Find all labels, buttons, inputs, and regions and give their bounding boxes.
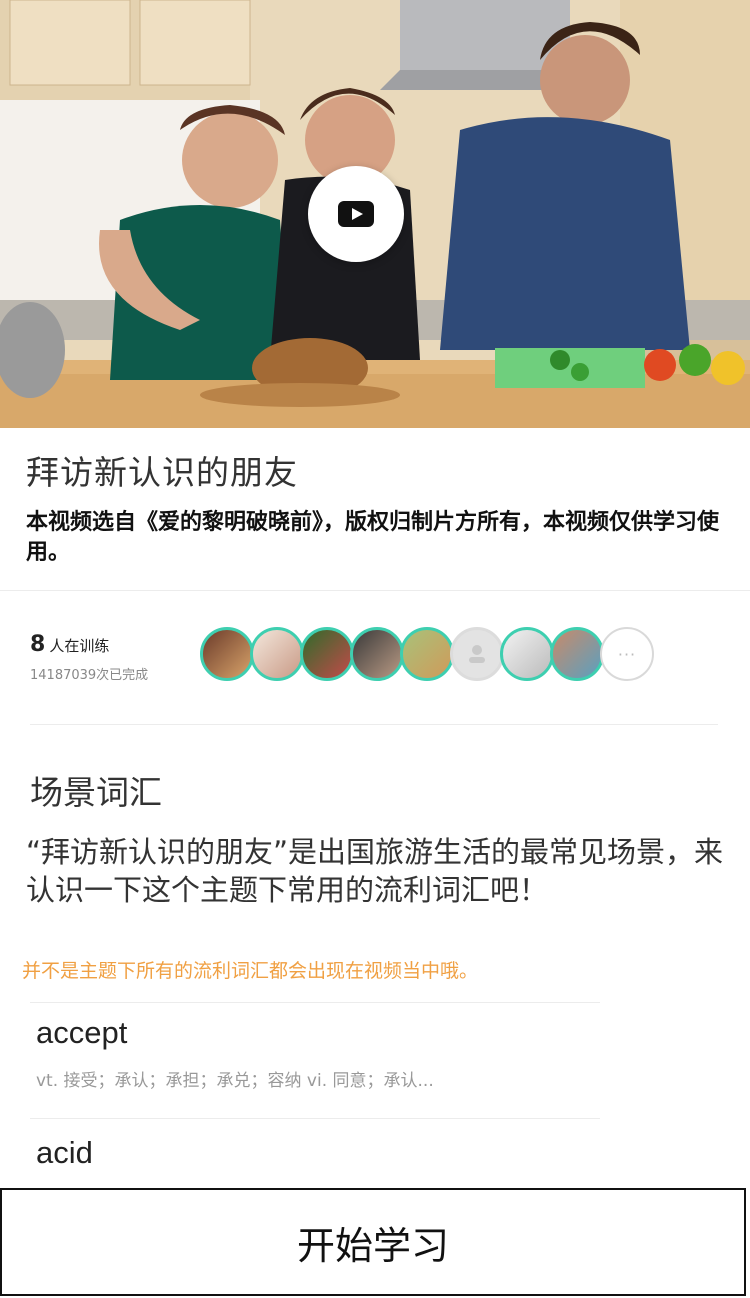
avatar[interactable] [300, 627, 354, 681]
section-description: “拜访新认识的朋友”是出国旅游生活的最常见场景，来认识一下这个主题下常用的流利词… [26, 835, 724, 907]
copyright-notice: 本视频选自《爱的黎明破晓前》，版权归制片方所有，本视频仅供学习使用。 [26, 510, 720, 565]
training-count: 8 人在训练 [30, 632, 110, 657]
video-title: 拜访新认识的朋友 [26, 453, 298, 492]
play-button[interactable] [308, 166, 404, 262]
avatar[interactable] [500, 627, 554, 681]
user-icon [469, 645, 485, 663]
avatar[interactable] [400, 627, 454, 681]
start-learning-button[interactable]: 开始学习 [0, 1188, 746, 1296]
divider [30, 724, 718, 725]
divider [30, 1002, 600, 1003]
divider [30, 1118, 600, 1119]
vocab-word[interactable]: acid [36, 1135, 93, 1171]
completed-count: 14187039次已完成 [30, 668, 149, 683]
avatar[interactable] [250, 627, 304, 681]
more-avatars-icon[interactable]: ··· [600, 627, 654, 681]
section-title: 场景词汇 [30, 773, 162, 812]
play-icon [338, 201, 374, 227]
avatar[interactable] [350, 627, 404, 681]
vocab-definition: vt. 接受；承认；承担；承兑；容纳 vi. 同意；承认... [36, 1071, 434, 1091]
vocab-notice: 并不是主题下所有的流利词汇都会出现在视频当中哦。 [22, 960, 479, 982]
divider [0, 590, 750, 591]
avatar[interactable] [200, 627, 254, 681]
vocab-word[interactable]: accept [36, 1015, 127, 1051]
video-thumbnail[interactable] [0, 0, 750, 428]
avatar[interactable] [550, 627, 604, 681]
avatar-placeholder[interactable] [450, 627, 504, 681]
trainee-avatars[interactable]: ··· [200, 627, 660, 687]
